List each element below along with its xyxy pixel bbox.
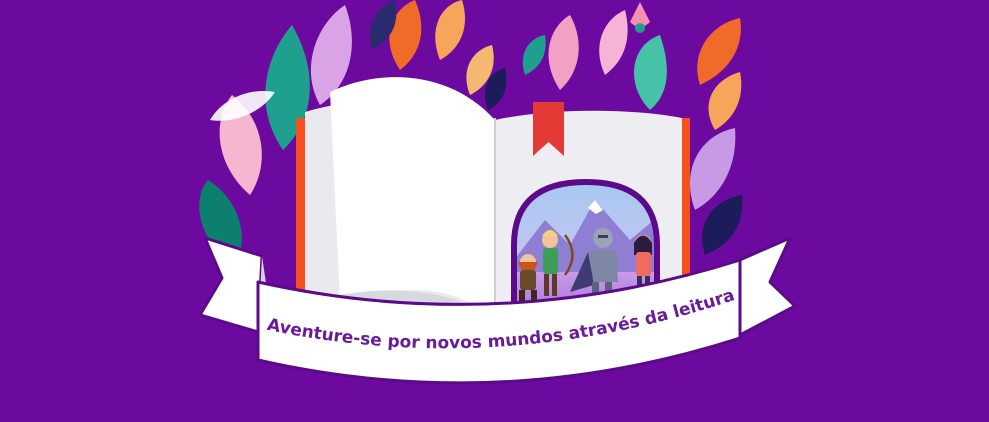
leaf-icon bbox=[599, 10, 628, 75]
leaf-icon bbox=[633, 35, 667, 110]
hero-banner: Aventure-se por novos mundos através da … bbox=[0, 0, 989, 418]
leaf-icon bbox=[702, 195, 743, 255]
leaf-icon bbox=[210, 90, 275, 121]
book-cover-left-edge bbox=[296, 118, 306, 300]
leaf-icon bbox=[522, 35, 546, 75]
leaf-icon bbox=[435, 0, 466, 60]
leaf-icon bbox=[708, 72, 742, 130]
flower-bud-icon bbox=[635, 23, 645, 33]
ribbon-tail-right bbox=[733, 236, 797, 337]
leaf-icon bbox=[548, 15, 579, 90]
leaf-icon bbox=[689, 128, 736, 210]
book-left-page-top bbox=[330, 77, 495, 321]
ribbon-tail-left bbox=[198, 236, 264, 334]
